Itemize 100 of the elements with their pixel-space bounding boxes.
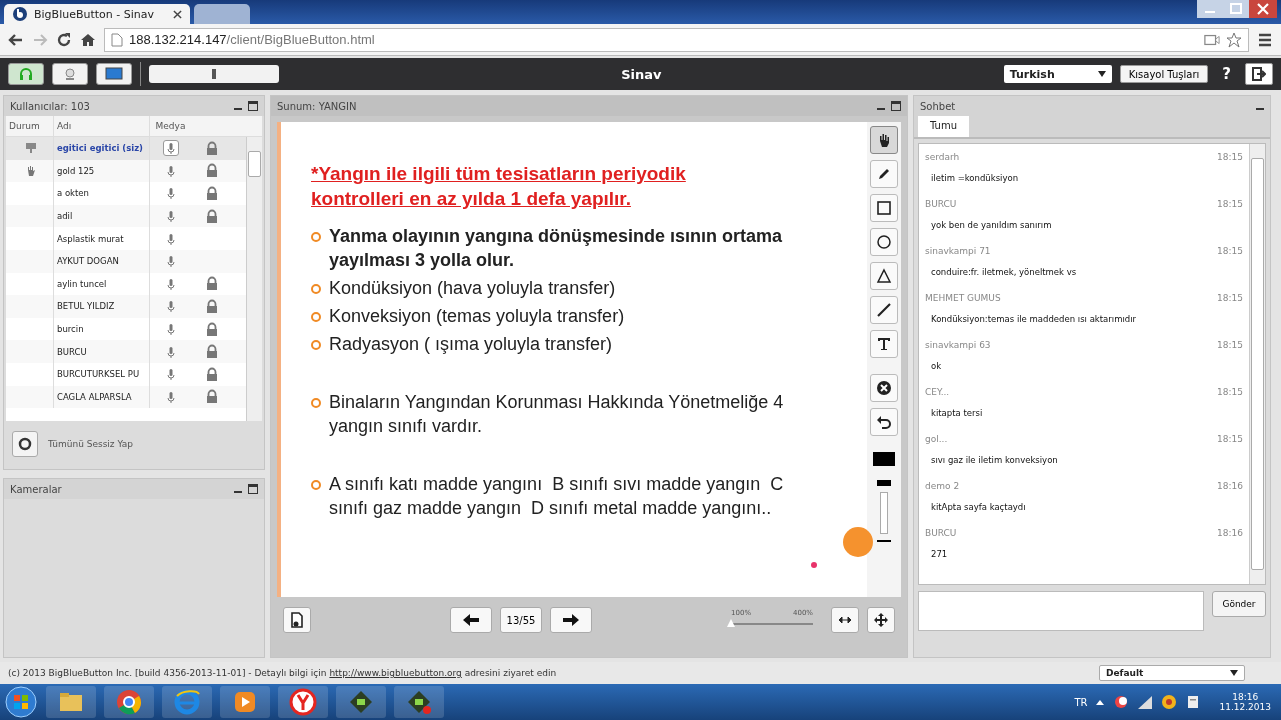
column-header[interactable]: Adı: [54, 116, 150, 136]
logout-button[interactable]: [1245, 63, 1273, 85]
address-field[interactable]: 188.132.214.147/client/BigBlueButton.html: [104, 27, 1249, 52]
mic-volume-slider[interactable]: [149, 65, 279, 83]
caret-icon: [1097, 71, 1106, 77]
start-button[interactable]: [4, 685, 38, 719]
back-icon[interactable]: [8, 31, 24, 48]
browser-tab[interactable]: BigBlueButton - Sinav: [4, 4, 190, 24]
column-header[interactable]: Medya: [150, 116, 188, 136]
taskbar-app[interactable]: [162, 686, 212, 718]
pencil-icon: [876, 166, 892, 182]
user-row[interactable]: adil: [6, 204, 246, 228]
tray-icon[interactable]: [1113, 694, 1130, 710]
headset-button[interactable]: [8, 63, 44, 85]
message-time: 18:15: [1217, 387, 1243, 397]
maximize-icon[interactable]: [248, 484, 258, 494]
sender-name: MEHMET GUMUS: [925, 293, 1001, 303]
user-row[interactable]: Asplastik murat: [6, 227, 246, 250]
user-row[interactable]: BURCUTURKSEL PU: [6, 362, 246, 386]
rectangle-tool-button[interactable]: [870, 194, 898, 222]
keyboard-language[interactable]: TR: [1074, 696, 1088, 708]
scrollbar[interactable]: [1249, 144, 1265, 584]
star-icon[interactable]: [1226, 31, 1242, 48]
browser-icon: [115, 688, 143, 716]
pencil-tool-button[interactable]: [870, 160, 898, 188]
sender-name: sinavkampi 63: [925, 340, 991, 350]
lock-icon[interactable]: [204, 186, 219, 201]
move-button[interactable]: [867, 607, 895, 633]
color-swatch[interactable]: [873, 452, 895, 466]
clear-icon: [876, 380, 892, 396]
taskbar-app[interactable]: [336, 686, 386, 718]
scrollbar[interactable]: [246, 137, 262, 421]
undo-icon: [876, 414, 892, 430]
lock-icon[interactable]: [204, 344, 219, 360]
microphone-icon[interactable]: [162, 140, 179, 157]
reload-icon[interactable]: [56, 31, 72, 48]
tray-icon[interactable]: [1161, 694, 1178, 710]
help-button[interactable]: ?: [1216, 65, 1237, 83]
lock-icon[interactable]: [204, 321, 219, 337]
signal-icon[interactable]: [1137, 694, 1154, 710]
chat-tab[interactable]: Tumu: [918, 116, 969, 137]
slider-thumb[interactable]: [212, 69, 216, 79]
hand-tool-button[interactable]: [870, 126, 898, 154]
next-slide-button[interactable]: [550, 607, 593, 633]
taskbar-app[interactable]: [394, 686, 444, 718]
message-time: 18:16: [1217, 481, 1243, 491]
mute-all-link[interactable]: Tümünü Sessiz Yap: [48, 439, 133, 449]
taskbar-app[interactable]: [104, 686, 154, 718]
lock-icon[interactable]: [204, 366, 219, 382]
shortcuts-button[interactable]: Kısayol Tuşları: [1119, 65, 1209, 83]
lock-icon[interactable]: [204, 298, 219, 314]
website-link[interactable]: http://www.bigbluebutton.org: [329, 668, 462, 678]
user-row[interactable]: gold 125: [6, 159, 246, 183]
line-tool-button[interactable]: [870, 296, 898, 324]
user-row[interactable]: BETUL YILDIZ: [6, 295, 246, 318]
bullet-icon: [311, 232, 321, 243]
maximize-icon[interactable]: [891, 101, 901, 111]
fit-width-button[interactable]: [831, 607, 859, 633]
settings-button[interactable]: [12, 431, 38, 457]
bullet-icon: [311, 312, 321, 323]
home-icon[interactable]: [80, 31, 96, 48]
user-row[interactable]: BURCU: [6, 340, 246, 363]
clock[interactable]: 18:16 11.12.2013: [1219, 692, 1271, 712]
column-header[interactable]: Durum: [6, 116, 54, 136]
message-input[interactable]: [918, 591, 1204, 631]
lock-icon[interactable]: [204, 140, 219, 156]
layout-dropdown[interactable]: Default: [1099, 665, 1245, 681]
lock-icon[interactable]: [204, 276, 219, 292]
webcam-button[interactable]: [52, 63, 88, 85]
slider-thumb[interactable]: [727, 619, 735, 627]
taskbar-app[interactable]: [46, 686, 96, 718]
desktop-share-button[interactable]: [96, 63, 132, 85]
message-time: 18:15: [1217, 293, 1243, 303]
menu-icon[interactable]: [1257, 31, 1273, 48]
taskbar-app[interactable]: [278, 686, 328, 718]
upload-button[interactable]: [283, 607, 311, 633]
user-row[interactable]: CAGLA ALPARSLA: [6, 385, 246, 409]
lock-icon[interactable]: [204, 208, 219, 224]
page-number-button[interactable]: 13/55: [499, 607, 543, 633]
lock-icon[interactable]: [204, 163, 219, 179]
user-row[interactable]: AYKUT DOGAN: [6, 249, 246, 273]
user-name: BURCU: [54, 340, 150, 363]
lock-icon[interactable]: [204, 389, 219, 405]
undo-tool-button[interactable]: [870, 408, 898, 436]
user-row[interactable]: egitici egitici (siz): [6, 137, 246, 160]
bullet-text: A sınıfı katı madde yangını B sınıfı sıvı madde yangın C sınıfı gaz madde yangın D sınıfı metal madde yangını..: [329, 472, 785, 520]
close-icon[interactable]: [173, 9, 182, 19]
clear-tool-button[interactable]: [870, 374, 898, 402]
user-row[interactable]: a okten: [6, 182, 246, 205]
send-button[interactable]: Gönder: [1212, 591, 1266, 617]
ellipse-tool-button[interactable]: [870, 228, 898, 256]
text-tool-button[interactable]: [870, 330, 898, 358]
triangle-tool-button[interactable]: [870, 262, 898, 290]
maximize-icon[interactable]: [248, 101, 258, 111]
message-text: ok: [930, 360, 943, 373]
taskbar-app[interactable]: [220, 686, 270, 718]
text-tool-icon: [876, 336, 892, 352]
window-controls[interactable]: [1197, 0, 1277, 18]
previous-slide-button[interactable]: [449, 607, 492, 633]
language-dropdown[interactable]: Turkish: [1003, 65, 1112, 83]
